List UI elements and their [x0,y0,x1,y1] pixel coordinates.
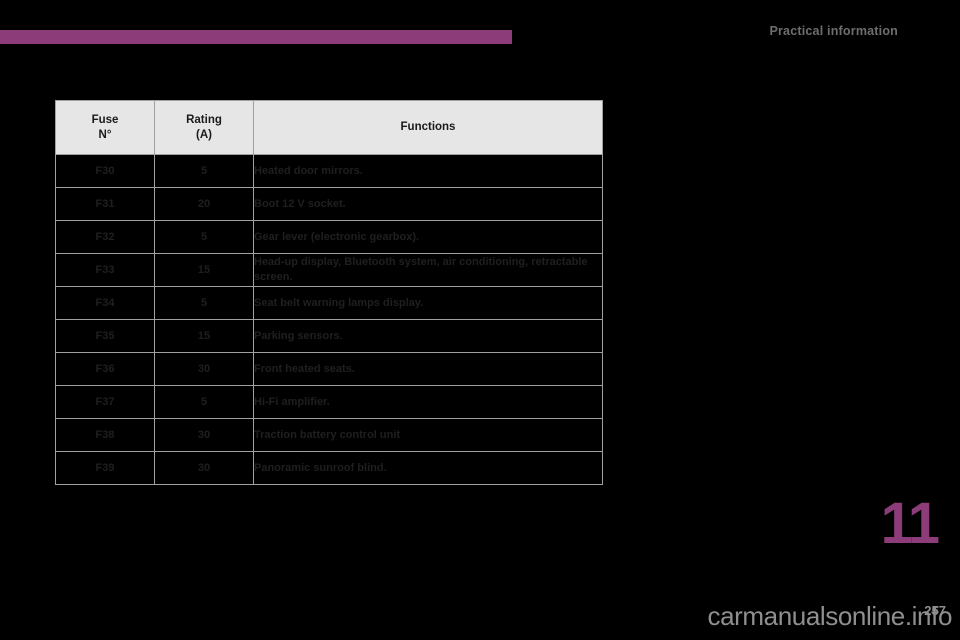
cell-rating: 5 [154,220,254,254]
table-row: F30 5 Heated door mirrors. [55,154,603,188]
column-header-fuse-line1: Fuse [91,113,119,126]
cell-functions: Gear lever (electronic gearbox). [253,220,603,254]
column-header-fuse-line2: N° [98,128,112,141]
table-row: F38 30 Traction battery control unit [55,418,603,452]
table-row: F32 5 Gear lever (electronic gearbox). [55,220,603,254]
cell-fuse-number: F38 [55,418,155,452]
cell-fuse-number: F31 [55,187,155,221]
table-row: F35 15 Parking sensors. [55,319,603,353]
column-header-functions-line1: Functions [400,121,456,133]
cell-functions: Traction battery control unit [253,418,603,452]
cell-rating: 30 [154,418,254,452]
cell-fuse-number: F30 [55,154,155,188]
table-row: F39 30 Panoramic sunroof blind. [55,451,603,485]
cell-rating: 30 [154,352,254,386]
cell-rating: 5 [154,385,254,419]
cell-functions: Hi-Fi amplifier. [253,385,603,419]
cell-functions: Front heated seats. [253,352,603,386]
cell-rating: 5 [154,154,254,188]
column-header-fuse: Fuse N° [55,100,155,155]
cell-rating: 15 [154,319,254,353]
table-row: F37 5 Hi-Fi amplifier. [55,385,603,419]
cell-fuse-number: F33 [55,253,155,287]
table-row: F33 15 Head-up display, Bluetooth system, … [55,253,603,287]
column-header-rating: Rating (A) [154,100,254,155]
column-header-rating-line1: Rating [186,113,222,126]
fuse-table-head: Fuse N° Rating (A) Functions [55,100,603,155]
cell-functions: Parking sensors. [253,319,603,353]
cell-fuse-number: F35 [55,319,155,353]
cell-functions: Panoramic sunroof blind. [253,451,603,485]
cell-rating: 30 [154,451,254,485]
cell-functions: Seat belt warning lamps display. [253,286,603,320]
column-header-rating-line2: (A) [196,128,212,141]
fuse-table: Fuse N° Rating (A) Functions F30 5 Heated … [55,100,603,485]
table-row: F34 5 Seat belt warning lamps display. [55,286,603,320]
site-watermark: carmanualsonline.info [707,601,952,631]
chapter-number: 11 [880,491,940,556]
chapter-accent-bar [0,30,512,44]
cell-fuse-number: F39 [55,451,155,485]
cell-functions: Heated door mirrors. [253,154,603,188]
fuse-table-container: Fuse N° Rating (A) Functions F30 5 Heated … [55,100,603,485]
cell-fuse-number: F36 [55,352,155,386]
cell-functions: Head-up display, Bluetooth system, air c… [253,253,603,287]
column-header-functions: Functions [253,100,603,155]
cell-fuse-number: F37 [55,385,155,419]
table-header-row: Fuse N° Rating (A) Functions [55,100,603,155]
cell-fuse-number: F32 [55,220,155,254]
cell-fuse-number: F34 [55,286,155,320]
cell-rating: 5 [154,286,254,320]
cell-rating: 15 [154,253,254,287]
cell-functions: Boot 12 V socket. [253,187,603,221]
table-row: F31 20 Boot 12 V socket. [55,187,603,221]
running-head: Practical information [769,24,898,38]
table-row: F36 30 Front heated seats. [55,352,603,386]
cell-rating: 20 [154,187,254,221]
fuse-table-body: F30 5 Heated door mirrors. F31 20 Boot 12 V s… [55,154,603,485]
page-number: 257 [924,603,946,618]
